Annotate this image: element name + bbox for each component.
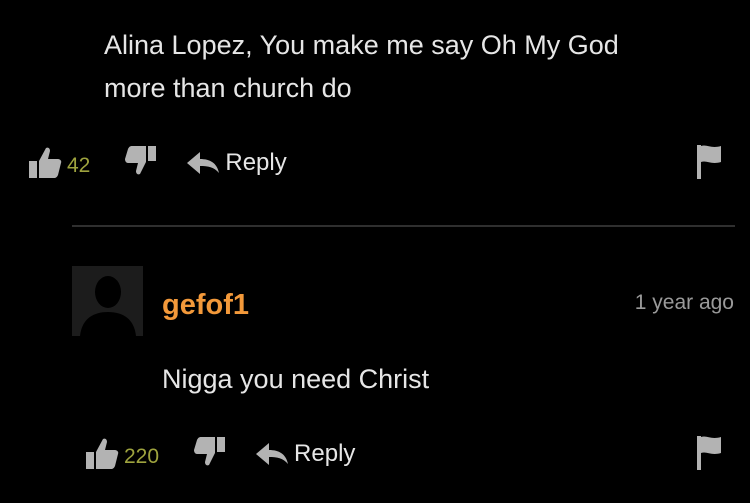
comment-1-text-line-1: Alina Lopez, You make me say Oh My God: [104, 30, 619, 60]
comment-1-text: Alina Lopez, You make me say Oh My God m…: [104, 24, 619, 110]
reply-arrow-icon[interactable]: [186, 150, 220, 176]
thumbs-up-icon[interactable]: [27, 146, 63, 180]
comment-2-username[interactable]: gefof1: [162, 289, 249, 322]
thumbs-up-icon[interactable]: [84, 437, 120, 471]
comment-2-reply-button[interactable]: Reply: [294, 440, 355, 468]
flag-icon[interactable]: [694, 143, 724, 181]
comment-1-text-line-2: more than church do: [104, 73, 352, 103]
comment-2-actions: 220 Reply: [84, 434, 355, 474]
thumbs-down-icon[interactable]: [122, 144, 158, 178]
comment-1-actions: 42 Reply: [27, 143, 287, 183]
comment-1-reply-button[interactable]: Reply: [225, 149, 286, 177]
thumbs-down-icon[interactable]: [191, 435, 227, 469]
comment-2-text: Nigga you need Christ: [162, 364, 430, 394]
comment-2-timestamp: 1 year ago: [634, 291, 734, 314]
comment-2-like-count: 220: [124, 445, 160, 468]
comment-divider: [72, 225, 735, 227]
reply-arrow-icon[interactable]: [255, 441, 289, 467]
comment-1-like-count: 42: [67, 154, 91, 177]
avatar[interactable]: [72, 266, 143, 336]
flag-icon[interactable]: [694, 434, 724, 472]
